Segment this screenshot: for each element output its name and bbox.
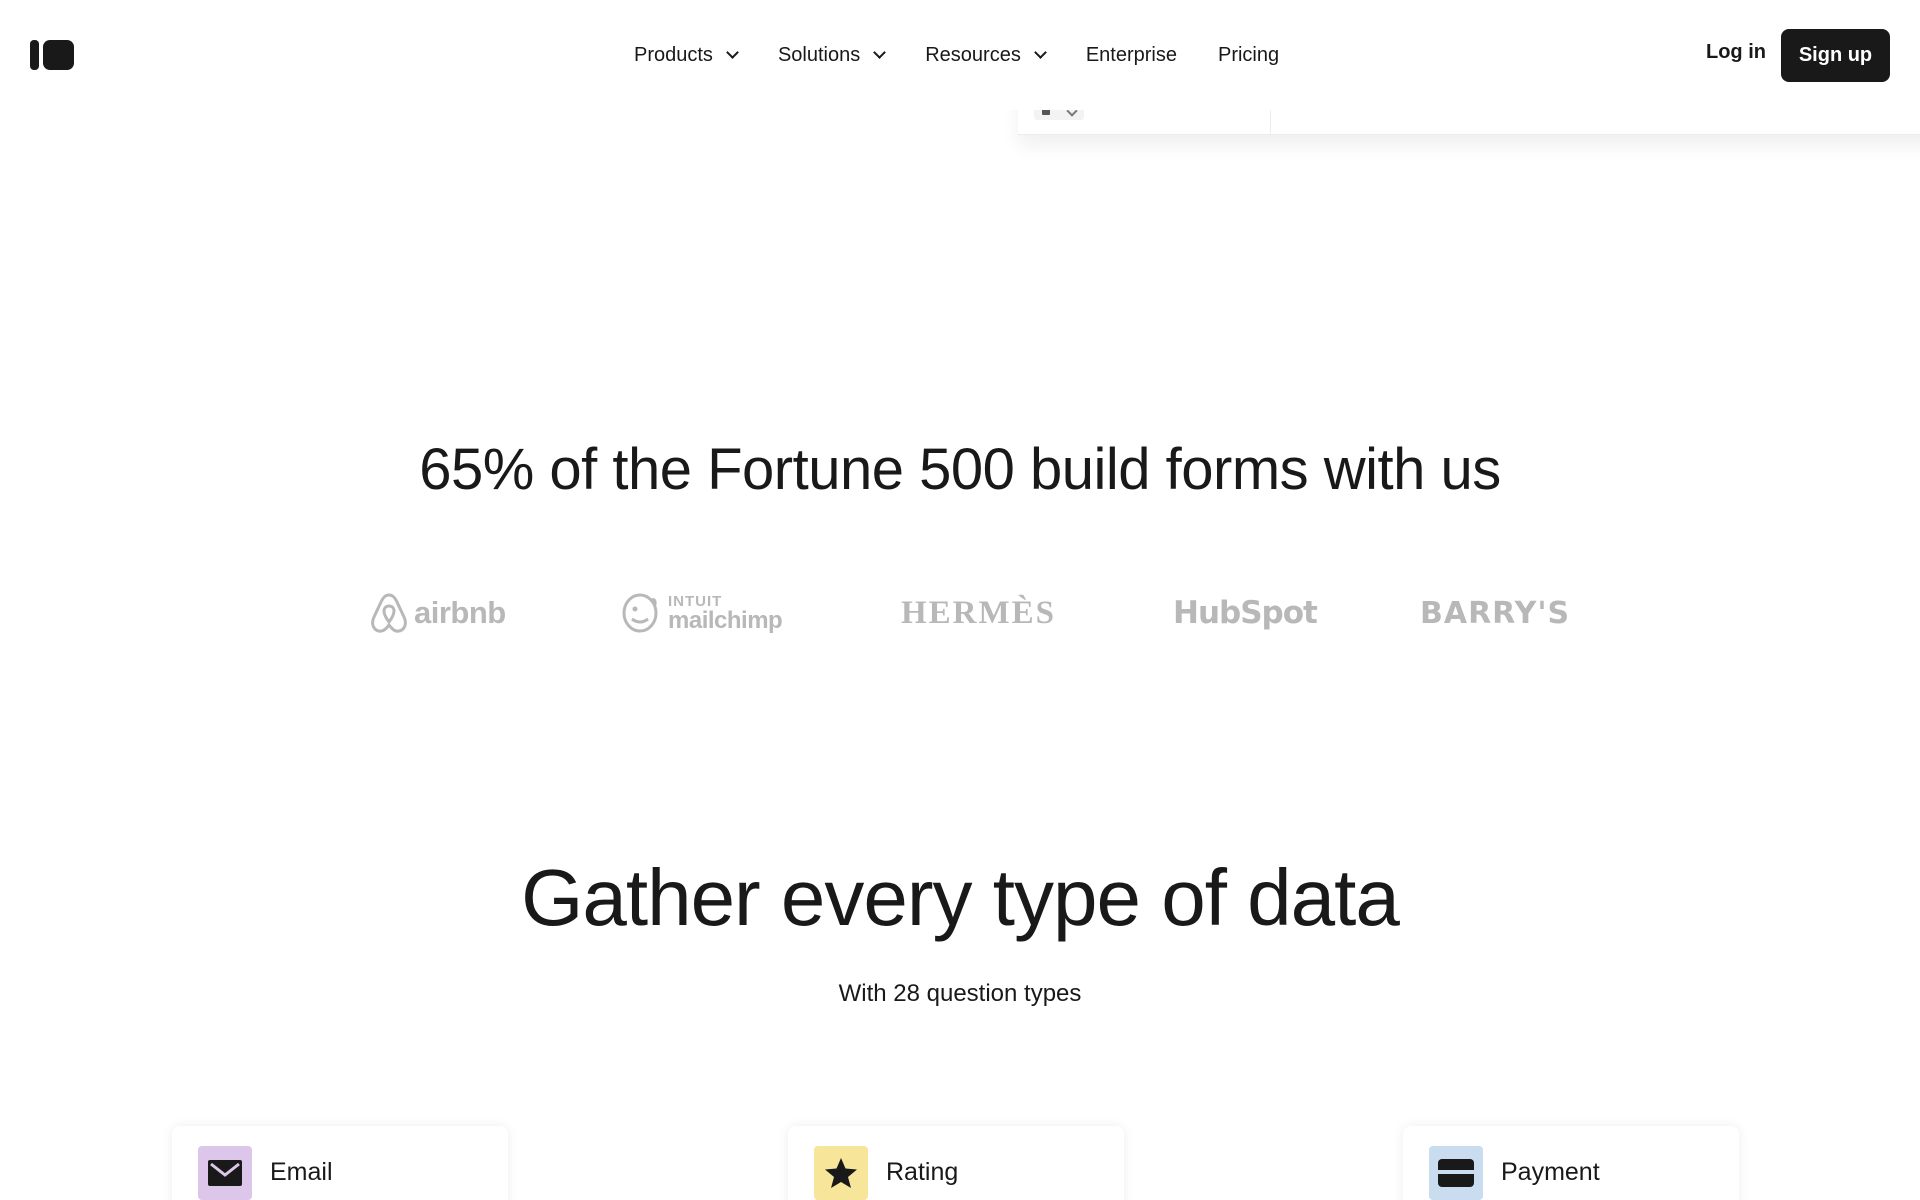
question-type-label: Payment: [1501, 1158, 1600, 1186]
nav-item-label: Pricing: [1217, 43, 1280, 66]
chevron-down-icon: [873, 45, 887, 59]
question-type-label: Email: [270, 1158, 333, 1186]
customer-logos: airbnb INTUIT mailchimp HERMÈS HubSpot B…: [0, 585, 1920, 641]
airbnb-belo-icon: [371, 593, 407, 633]
chevron-down-icon: [726, 45, 739, 59]
airbnb-wordmark: airbnb: [414, 595, 506, 630]
question-type-card-email[interactable]: Email: [172, 1126, 508, 1200]
mailchimp-logo: INTUIT mailchimp: [620, 585, 783, 641]
gather-heading: Gather every type of data: [521, 853, 1400, 942]
nav-item-pricing[interactable]: Pricing: [1218, 44, 1279, 67]
nav-menu: Products Solutions Resources Enterprise …: [634, 41, 1279, 69]
login-link[interactable]: Log in: [1706, 41, 1766, 64]
airbnb-logo: airbnb: [370, 585, 506, 641]
question-type-label: Rating: [886, 1158, 959, 1186]
question-type-card-rating[interactable]: Rating: [788, 1126, 1124, 1200]
signup-button[interactable]: Sign up: [1781, 29, 1890, 82]
nav-item-enterprise[interactable]: Enterprise: [1086, 44, 1177, 67]
mailchimp-freddie-icon: [622, 593, 658, 633]
top-navigation: Products Solutions Resources Enterprise …: [0, 0, 1920, 110]
nav-item-label: Resources: [925, 43, 1021, 66]
nav-item-label: Solutions: [777, 43, 861, 66]
nav-item-label: Products: [634, 43, 713, 66]
nav-item-resources[interactable]: Resources: [925, 43, 1047, 67]
barrys-logo: BARRY'S: [1420, 595, 1571, 631]
hubspot-logo: HubSpot: [1173, 595, 1318, 631]
chevron-down-icon: [1033, 45, 1047, 59]
nav-item-products[interactable]: Products: [634, 43, 739, 67]
nav-item-solutions[interactable]: Solutions: [777, 43, 887, 67]
credit-card-icon: [1429, 1146, 1483, 1200]
typeform-logo-icon[interactable]: [30, 40, 74, 70]
star-icon: [814, 1146, 868, 1200]
gather-subheading: With 28 question types: [838, 980, 1082, 1007]
nav-item-label: Enterprise: [1085, 43, 1177, 66]
page: Products Solutions Resources Enterprise …: [0, 0, 1920, 1200]
envelope-icon: [198, 1146, 252, 1200]
fortune-500-heading: 65% of the Fortune 500 build forms with …: [419, 437, 1501, 502]
mailchimp-wordmark: INTUIT mailchimp: [668, 594, 783, 634]
hermes-logo: HERMÈS: [901, 594, 1057, 631]
mailchimp-label: mailchimp: [668, 606, 783, 634]
question-type-card-payment[interactable]: Payment: [1403, 1126, 1739, 1200]
